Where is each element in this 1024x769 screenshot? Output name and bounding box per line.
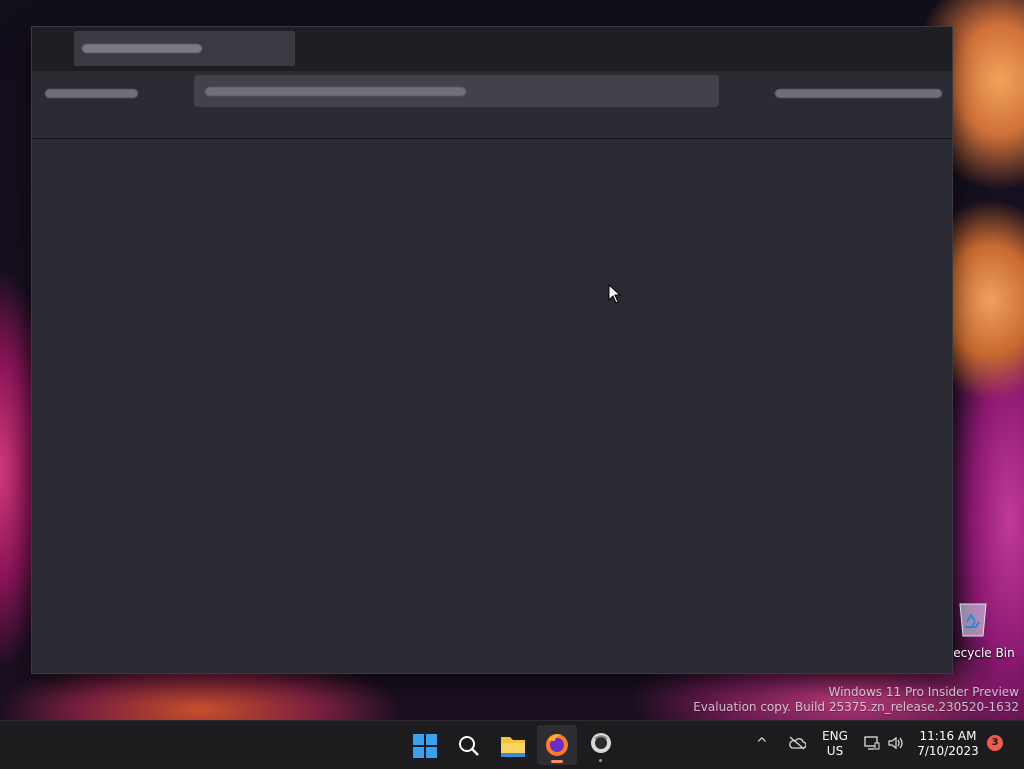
onedrive-icon[interactable]	[788, 736, 806, 750]
language-indicator[interactable]: ENG US	[818, 729, 852, 759]
network-icon[interactable]	[864, 735, 880, 751]
search-button[interactable]	[449, 725, 489, 765]
mouse-cursor-icon	[608, 284, 622, 304]
search-icon	[459, 736, 479, 756]
clock-time: 11:16 AM	[919, 729, 977, 743]
nav-buttons-placeholder	[45, 89, 138, 98]
browser-window[interactable]	[31, 26, 953, 674]
watermark-line1: Windows 11 Pro Insider Preview	[828, 685, 1019, 699]
file-explorer-icon	[501, 737, 525, 757]
running-app-indicator	[599, 759, 602, 762]
volume-icon[interactable]	[887, 735, 905, 751]
active-app-indicator	[551, 760, 563, 763]
file-explorer-button[interactable]	[493, 725, 533, 765]
address-bar[interactable]	[194, 75, 719, 107]
active-tab[interactable]	[74, 31, 295, 66]
region-code: US	[826, 744, 844, 758]
lang-code: ENG	[822, 729, 848, 743]
app-button[interactable]	[581, 725, 621, 765]
start-icon	[413, 734, 437, 758]
toolbar-actions-placeholder	[775, 89, 942, 98]
watermark-line2: Evaluation copy. Build 25375.zn_release.…	[693, 700, 1019, 714]
clock-date: 7/10/2023	[917, 744, 979, 758]
start-button[interactable]	[405, 725, 445, 765]
firefox-icon	[546, 734, 568, 756]
os-watermark: Windows 11 Pro Insider Preview Evaluatio…	[693, 685, 1019, 715]
system-clock[interactable]: 11:16 AM 7/10/2023	[912, 729, 984, 759]
desktop: ecycle Bin Windows 11 Pro Insider Previe…	[0, 0, 1024, 720]
show-hidden-icons-chevron[interactable]: ^	[756, 736, 768, 752]
recycle-bin-label: ecycle Bin	[953, 646, 1015, 660]
recycle-bin-icon	[959, 603, 987, 637]
notification-badge[interactable]: 3	[987, 735, 1003, 751]
tab-strip	[32, 27, 952, 71]
nav-toolbar	[32, 71, 952, 139]
tab-title-placeholder	[82, 44, 202, 53]
firefox-button[interactable]	[537, 725, 577, 765]
page-content-area[interactable]	[32, 139, 952, 673]
url-placeholder	[205, 87, 466, 96]
recycle-bin[interactable]: ecycle Bin	[944, 596, 1024, 666]
